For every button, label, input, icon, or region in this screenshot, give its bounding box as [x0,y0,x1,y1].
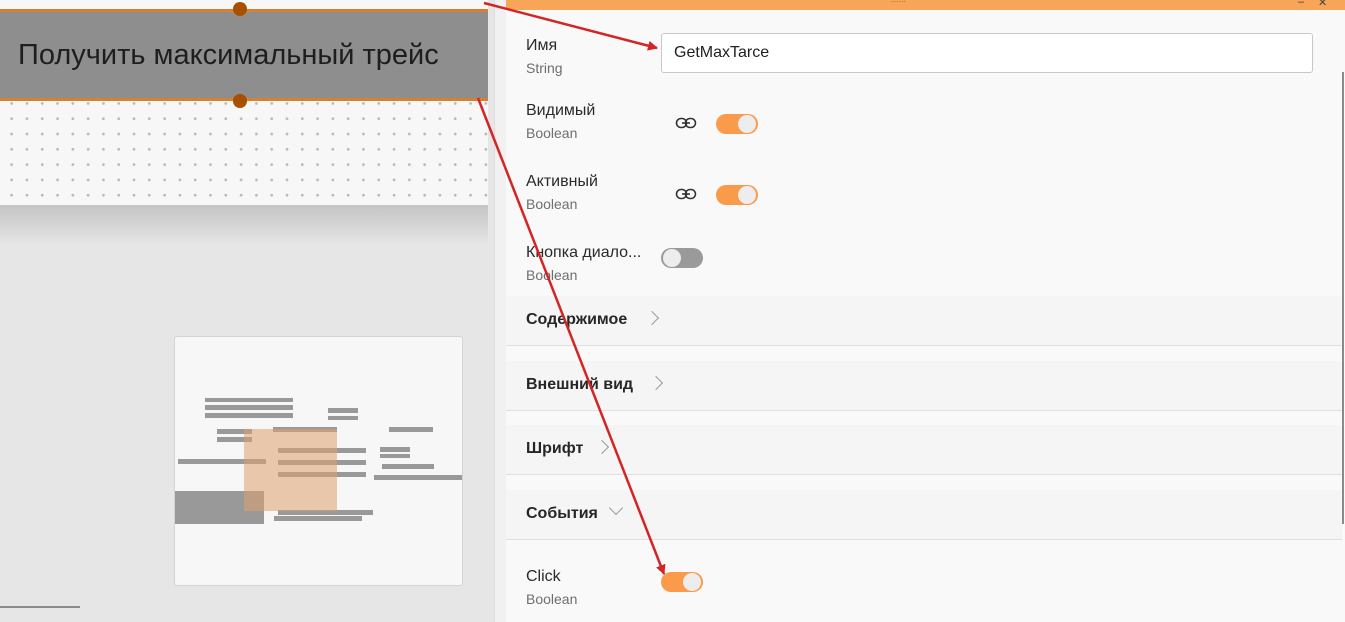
toggle-knob [683,573,701,591]
selected-button-element[interactable]: Получить максимальный трейс [0,9,488,101]
section-label: Шрифт [526,440,584,457]
visible-toggle[interactable] [716,114,758,134]
chevron-right-icon [594,439,610,455]
property-label-dialog-button: Кнопка диало... [526,244,642,261]
minimap-block [374,475,462,480]
minimap-viewport[interactable] [244,429,337,511]
panel-title: ...... [891,0,906,4]
toggle-knob [663,249,681,267]
minimap-block [274,516,362,521]
section-label: Содержимое [526,311,628,328]
click-event-toggle[interactable] [661,572,703,592]
enabled-toggle[interactable] [716,185,758,205]
minimap-block [328,416,358,420]
minimize-icon[interactable]: – [1298,0,1304,8]
property-label-visible: Видимый [526,102,596,119]
event-type-click: Boolean [526,591,578,607]
property-type-visible: Boolean [526,125,578,141]
section-events[interactable]: События [506,490,1342,540]
panel-title-bar: ...... – ✕ [506,0,1345,10]
property-label-enabled: Активный [526,173,598,190]
panel-splitter[interactable] [494,0,506,622]
vertical-scrollbar[interactable] [1342,72,1344,524]
app-window: Получить максимальный трейс – ✕ Имя Stri… [0,0,1345,622]
toggle-knob [738,186,756,204]
section-content[interactable]: Содержимое [506,296,1342,346]
section-font[interactable]: Шрифт [506,425,1342,475]
selected-button-text: Получить максимальный трейс [18,38,439,71]
property-type-dialog-button: Boolean [526,267,578,283]
chevron-right-icon [648,375,664,391]
section-appearance[interactable]: Внешний вид [506,361,1342,411]
property-type-enabled: Boolean [526,196,578,212]
resize-handle-top[interactable] [233,2,247,16]
chevron-right-icon [644,310,660,326]
dialog-button-toggle[interactable] [661,248,703,268]
surface-shadow [0,205,488,245]
chevron-down-icon [608,500,624,516]
section-label: Внешний вид [526,376,634,393]
link-icon[interactable] [675,187,697,201]
minimap-block [380,447,410,452]
property-label-name: Имя [526,37,558,54]
name-field[interactable] [661,33,1313,73]
horizontal-scrollbar[interactable] [0,606,80,608]
toggle-knob [738,115,756,133]
properties-panel: ...... – ✕ Имя String Видимый Boolean Ак… [506,0,1345,622]
property-type-name: String [526,60,563,76]
section-label: События [526,505,598,522]
minimap-block [328,408,358,413]
minimap-block [389,427,433,432]
minimap-block [205,413,293,418]
design-canvas[interactable]: Получить максимальный трейс [0,0,497,622]
minimap-block [380,454,410,458]
resize-handle-bottom[interactable] [233,94,247,108]
minimap-block [205,398,293,402]
minimap-block [205,405,293,410]
minimap-block [382,464,434,469]
event-label-click: Click [526,568,561,585]
minimap[interactable] [174,336,463,586]
close-icon[interactable]: ✕ [1318,0,1327,9]
link-icon[interactable] [675,116,697,130]
